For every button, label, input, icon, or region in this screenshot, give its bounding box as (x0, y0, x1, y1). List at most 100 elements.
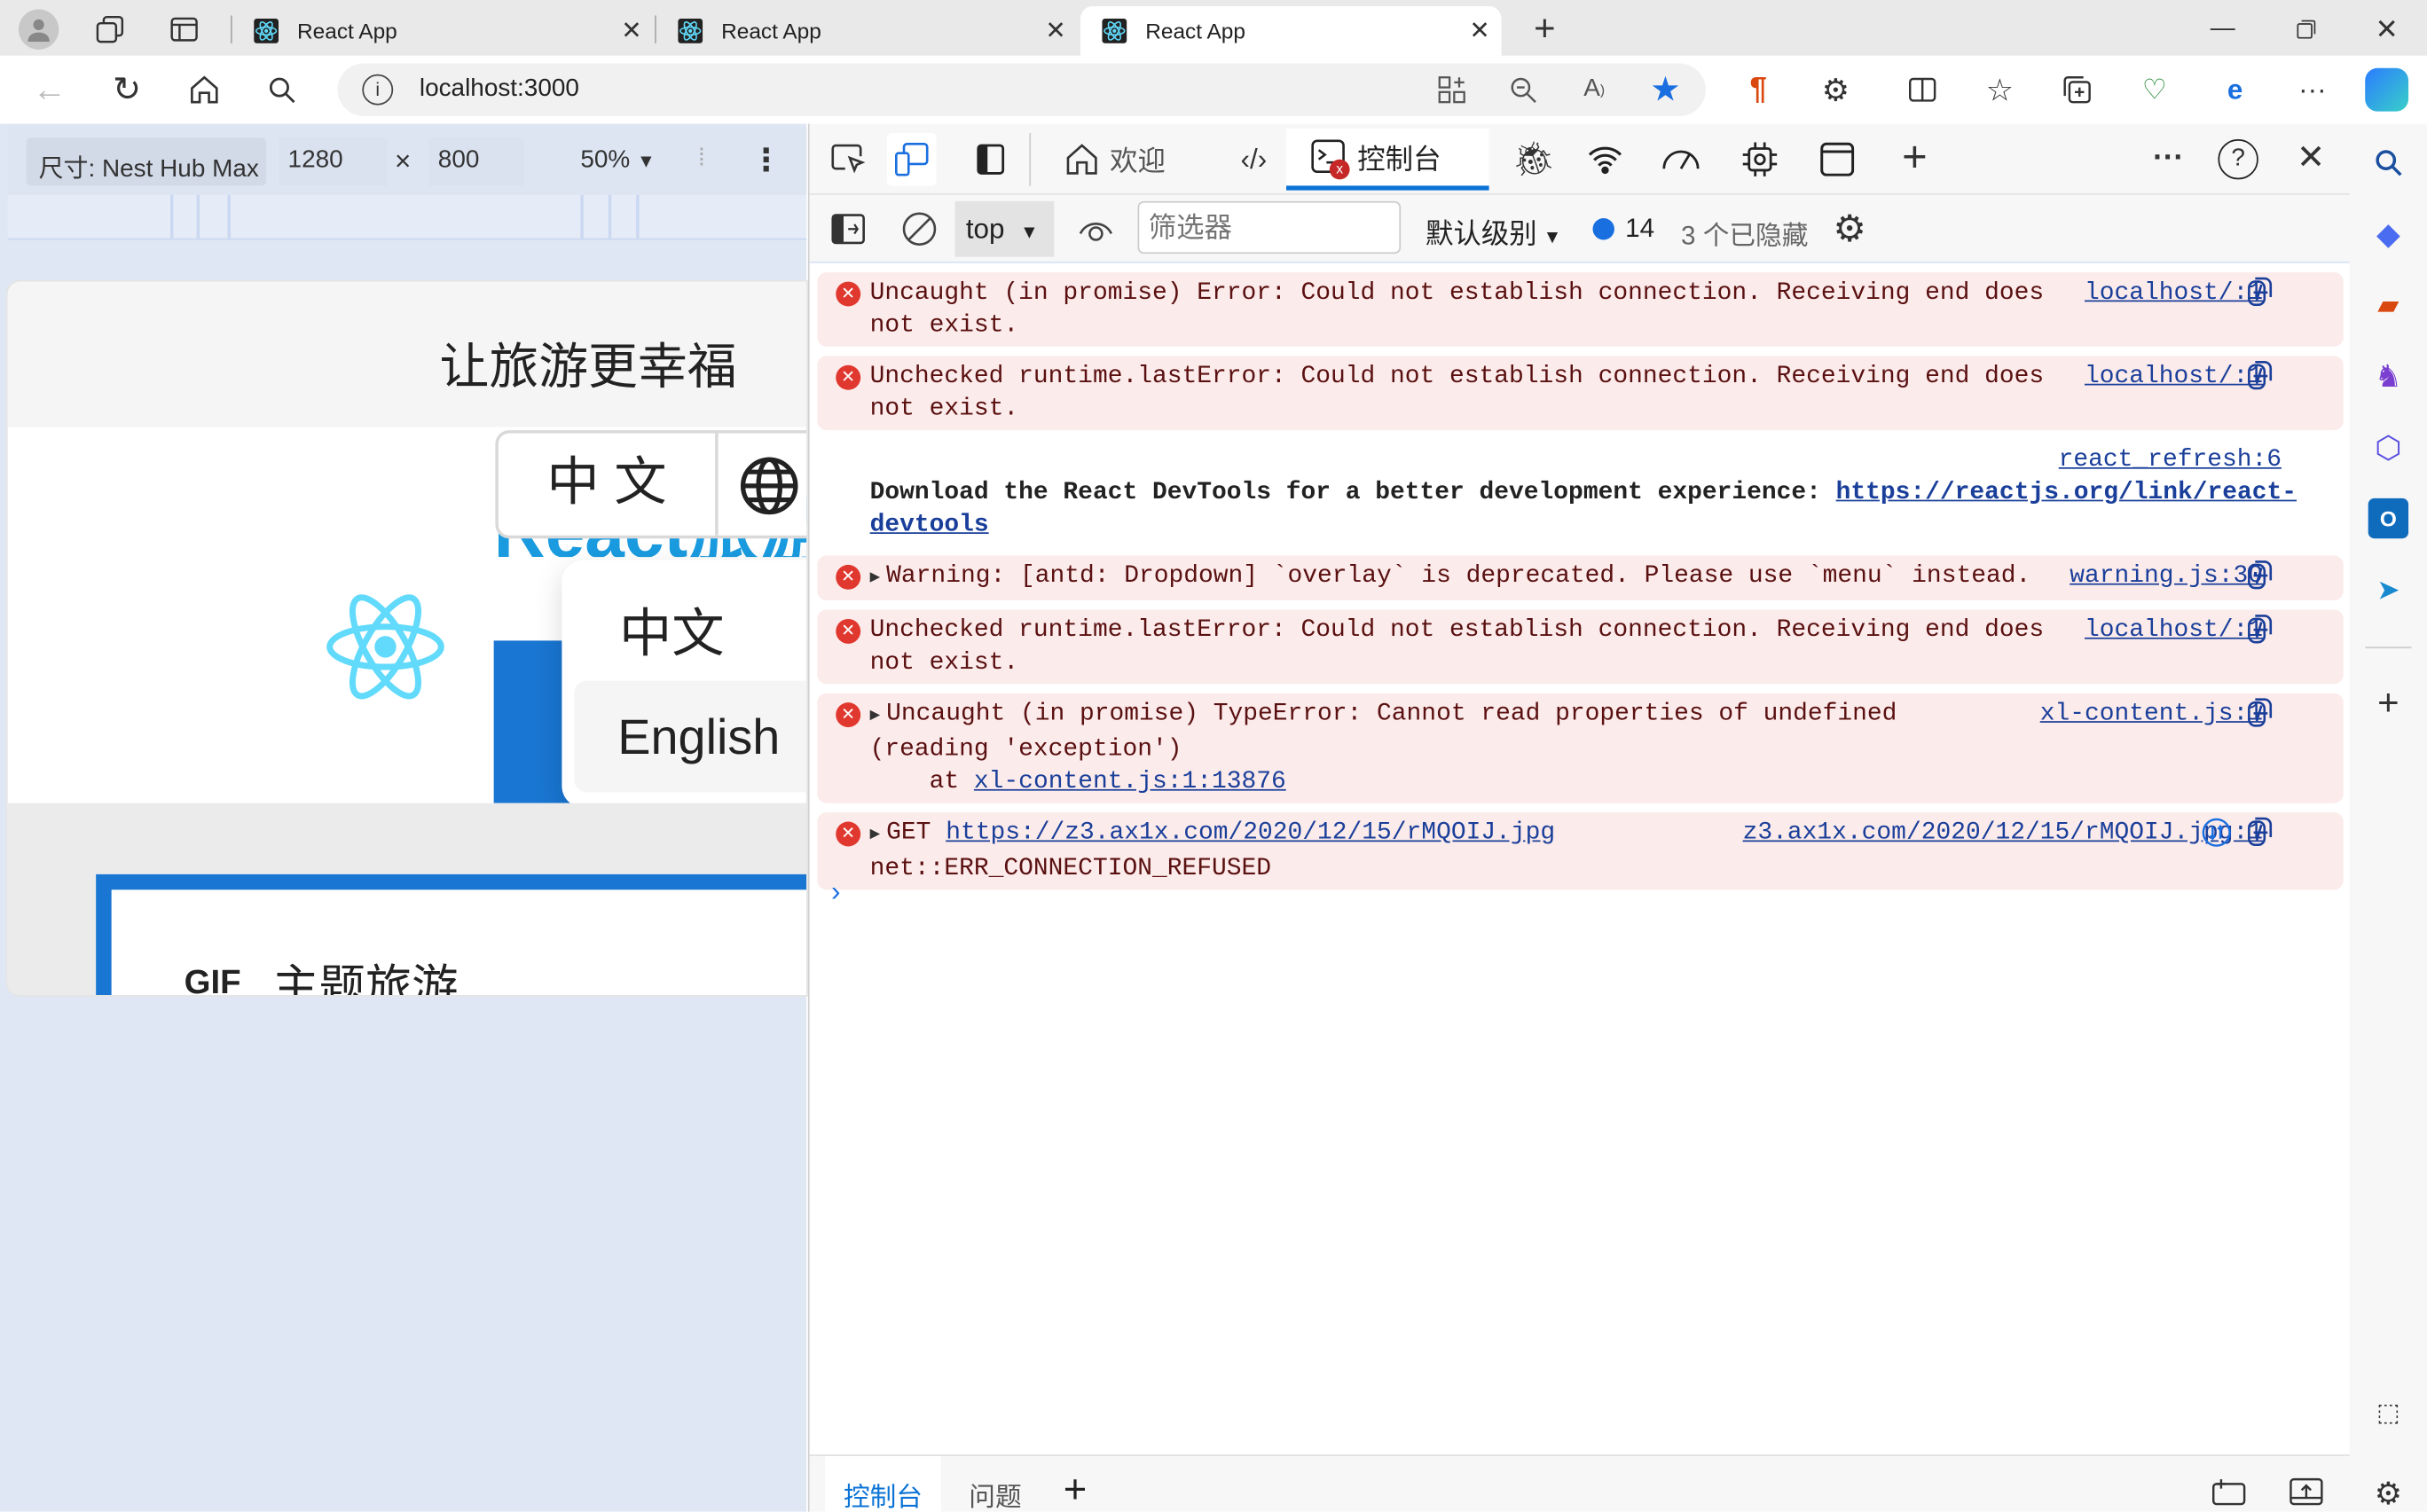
close-tab-icon[interactable]: ✕ (1034, 15, 1078, 46)
device-more-icon[interactable]: ⋮ (750, 141, 782, 180)
elements-tab-icon[interactable]: ‹/› (1230, 139, 1276, 179)
clear-console-icon[interactable] (899, 209, 939, 249)
sidebar-tools-icon[interactable]: ▰ (2368, 285, 2408, 325)
expand-triangle-icon[interactable]: ▶ (870, 563, 881, 596)
message-link[interactable]: xl-content.js:1:13876 (974, 767, 1286, 795)
language-option-en[interactable]: English (574, 680, 807, 793)
message-source-link[interactable]: localhost/:1 (2085, 277, 2263, 309)
inspect-element-icon[interactable] (829, 139, 868, 179)
height-input[interactable]: 800 (428, 137, 525, 186)
sidebar-send-icon[interactable]: ➤ (2368, 569, 2408, 609)
copilot-icon[interactable] (2365, 67, 2409, 112)
extensions-icon[interactable]: ⚙ (1814, 68, 1858, 112)
copilot-explain-icon[interactable] (2244, 817, 2278, 850)
address-bar[interactable]: i localhost:3000 A) ★ (337, 63, 1706, 116)
console-filter-input[interactable] (1137, 200, 1402, 255)
zoom-out-icon[interactable] (1504, 71, 1542, 108)
copilot-explain-icon[interactable] (2244, 277, 2278, 309)
console-settings-gear-icon[interactable]: ⚙ (1828, 208, 1872, 251)
split-screen-icon[interactable] (1901, 68, 1944, 112)
sidebar-toggle-icon[interactable] (829, 209, 868, 249)
site-info-icon[interactable]: i (362, 74, 394, 106)
tab-welcome[interactable]: 欢迎 (1064, 137, 1166, 183)
live-expression-eye-icon[interactable] (1076, 209, 1116, 249)
pilcrow-extension-icon[interactable]: ¶ (1737, 68, 1780, 112)
throttle-icon[interactable]: ⁞ (698, 145, 705, 173)
console-message-error[interactable]: ✕ Unchecked runtime.lastError: Could not … (817, 609, 2344, 685)
home-icon[interactable] (183, 68, 226, 112)
message-source-link[interactable]: xl-content.js:1 (2040, 698, 2263, 731)
sidebar-search-icon[interactable] (2368, 143, 2408, 183)
message-source-link[interactable]: localhost/:1 (2085, 615, 2263, 647)
application-icon[interactable] (1816, 139, 1859, 179)
browser-tab-active[interactable]: React App ✕ (1080, 5, 1502, 56)
sources-bug-icon[interactable]: 🐞︎ (1512, 139, 1556, 179)
sidebar-games-icon[interactable]: ♞ (2368, 356, 2408, 396)
close-tab-icon[interactable]: ✕ (609, 15, 653, 46)
app-available-icon[interactable] (1433, 71, 1471, 108)
expand-triangle-icon[interactable]: ▶ (870, 701, 881, 733)
expand-triangle-icon[interactable]: ▶ (870, 820, 881, 853)
message-source-link[interactable]: z3.ax1x.com/2020/12/15/rMQOIJ.jpg:1 (1743, 817, 2263, 850)
console-message-error[interactable]: ✕ Uncaught (in promise) Error: Could not … (817, 272, 2344, 347)
copilot-explain-icon[interactable] (2244, 560, 2278, 593)
copilot-explain-icon[interactable] (2244, 698, 2278, 731)
zoom-select[interactable]: 50% ▼ (580, 147, 655, 175)
copilot-explain-icon[interactable] (2244, 615, 2278, 647)
message-source-link[interactable]: react_refresh:6 (2059, 446, 2282, 474)
dock-side-icon[interactable] (970, 139, 1010, 179)
log-level-select[interactable]: 默认级别 ▼ (1426, 212, 1561, 252)
console-message-error[interactable]: ✕ ▶ Warning: [antd: Dropdown] `overlay` is… (817, 555, 2344, 601)
help-icon[interactable]: ? (2218, 139, 2258, 180)
more-tools-plus-icon[interactable]: + (1893, 133, 1936, 181)
tab-actions-icon[interactable] (164, 9, 204, 49)
profile-icon[interactable] (18, 9, 59, 50)
message-count[interactable]: 14 (1592, 214, 1654, 245)
console-message-error[interactable]: ✕ Unchecked runtime.lastError: Could not … (817, 356, 2344, 431)
drawer-tab-issues[interactable]: 问题 (969, 1475, 1021, 1512)
message-link[interactable]: https://z3.ax1x.com/2020/12/15/rMQOIJ.jp… (946, 819, 1555, 846)
drawer-collapse-icon[interactable] (2286, 1475, 2326, 1508)
message-source-link[interactable]: localhost/:1 (2085, 361, 2263, 394)
close-devtools-icon[interactable]: ✕ (2290, 137, 2333, 180)
restore-icon[interactable] (2284, 9, 2328, 49)
performance-icon[interactable] (1658, 139, 1704, 179)
device-emulation-icon[interactable] (886, 133, 937, 186)
language-option-zh[interactable]: 中文 (577, 573, 806, 672)
close-window-icon[interactable]: ✕ (2365, 9, 2408, 49)
console-message-info[interactable]: react_refresh:6 Download the React DevToo… (817, 440, 2343, 546)
context-select[interactable]: top ▼ (954, 200, 1055, 257)
drawer-tab-console[interactable]: 控制台 (825, 1455, 941, 1512)
browser-tab[interactable]: React App ✕ (656, 6, 1078, 56)
browser-tab[interactable]: React App ✕ (232, 6, 654, 56)
tab-console[interactable]: x 控制台 (1286, 128, 1489, 191)
width-input[interactable]: 1280 (279, 137, 388, 186)
device-select[interactable]: 尺寸: Nest Hub Max (26, 137, 267, 186)
console-prompt-icon[interactable]: › (831, 876, 840, 909)
back-icon[interactable]: ← (27, 68, 71, 112)
network-wifi-icon[interactable] (1583, 139, 1627, 179)
language-dropdown-button[interactable]: 中 文 (495, 430, 807, 539)
more-menu-icon[interactable]: ··· (2290, 68, 2334, 112)
search-icon[interactable] (260, 68, 303, 112)
network-request-icon[interactable] (2201, 817, 2232, 850)
sidebar-outlook-icon[interactable]: O (2368, 497, 2409, 539)
sidebar-m365-icon[interactable]: ⬡ (2368, 427, 2408, 467)
copilot-explain-icon[interactable] (2244, 360, 2278, 394)
drawer-dock-icon[interactable] (2209, 1475, 2249, 1508)
console-message-error[interactable]: ✕ ▶ GET https://z3.ax1x.com/2020/12/15/rMQ… (817, 812, 2344, 890)
sidebar-screenshot-icon[interactable]: ⬚ (2368, 1392, 2408, 1432)
ie-mode-icon[interactable]: e (2213, 68, 2257, 112)
memory-chip-icon[interactable] (1739, 139, 1782, 179)
favorites-icon[interactable]: ☆ (1978, 68, 2022, 112)
message-source-link[interactable]: warning.js:30 (2070, 560, 2263, 593)
sidebar-settings-icon[interactable]: ⚙ (2368, 1473, 2408, 1512)
read-aloud-icon[interactable]: A) (1575, 71, 1613, 108)
favorite-star-icon[interactable]: ★ (1645, 70, 1685, 110)
sidebar-shopping-tag-icon[interactable]: ◆ (2368, 214, 2408, 254)
browser-essentials-icon[interactable]: ♡ (2132, 68, 2176, 112)
devtools-more-icon[interactable]: ··· (2147, 137, 2190, 180)
refresh-icon[interactable]: ↻ (106, 68, 149, 112)
close-tab-icon[interactable]: ✕ (1458, 15, 1502, 46)
drawer-add-tab-icon[interactable]: + (1064, 1465, 1088, 1511)
